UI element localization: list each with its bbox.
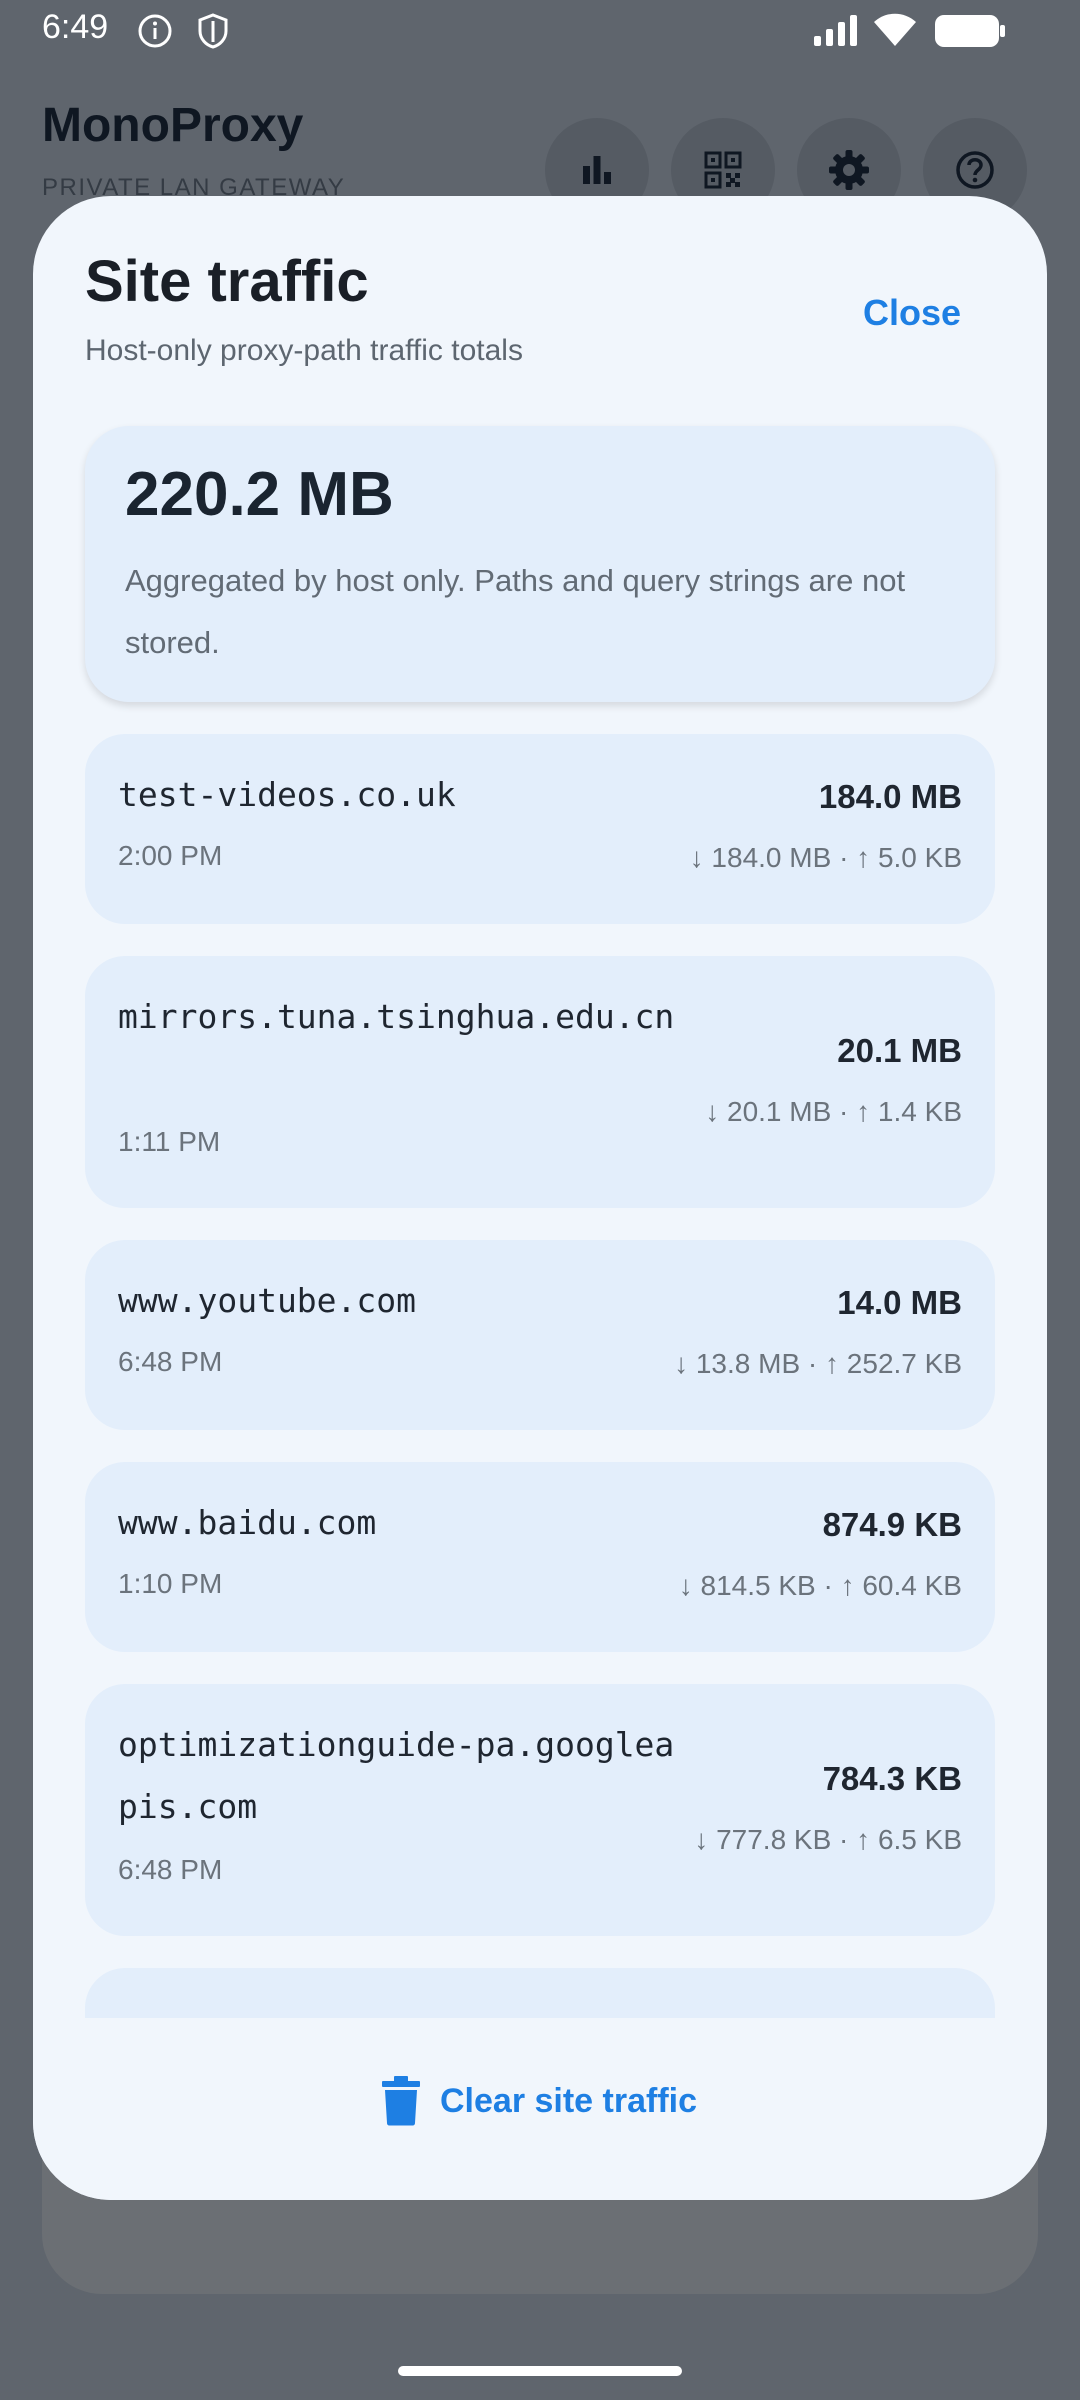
site-total: 14.0 MB <box>837 1284 962 1321</box>
list-item[interactable]: www.baidu.com 1:10 PM 874.9 KB ↓ 814.5 K… <box>85 1462 995 1652</box>
site-total: 784.3 KB <box>822 1760 962 1797</box>
site-time: 2:00 PM <box>118 840 223 871</box>
site-traffic-sheet: Site traffic Host-only proxy-path traffi… <box>33 196 1047 2200</box>
signal-icon <box>812 14 860 53</box>
gear-icon <box>829 150 869 190</box>
app-title: MonoProxy <box>42 99 304 152</box>
site-time: 1:11 PM <box>118 1126 221 1157</box>
site-list[interactable]: test-videos.co.uk 2:00 PM 184.0 MB ↓ 184… <box>85 734 995 2018</box>
bar-chart-icon <box>583 156 611 184</box>
list-item[interactable] <box>85 1968 995 2018</box>
site-total: 874.9 KB <box>822 1506 962 1543</box>
site-time: 6:48 PM <box>118 1346 223 1377</box>
site-total: 184.0 MB <box>818 778 962 815</box>
site-rates: ↓ 20.1 MB · ↑ 1.4 KB <box>705 1096 962 1127</box>
sheet-title: Site traffic <box>85 249 369 314</box>
clear-site-traffic-label: Clear site traffic <box>440 2081 697 2120</box>
total-traffic: 220.2 MB <box>125 460 394 529</box>
wifi-icon <box>872 12 918 53</box>
list-item[interactable]: mirrors.tuna.tsinghua.edu.cn 1:11 PM 20.… <box>85 956 995 1208</box>
sheet-footer: Clear site traffic <box>33 2018 1047 2200</box>
site-rates: ↓ 184.0 MB · ↑ 5.0 KB <box>689 842 962 873</box>
site-rates: ↓ 13.8 MB · ↑ 252.7 KB <box>674 1348 962 1379</box>
info-icon <box>136 12 174 55</box>
list-item[interactable]: www.youtube.com 6:48 PM 14.0 MB ↓ 13.8 M… <box>85 1240 995 1430</box>
site-host: test-videos.co.uk <box>118 775 456 814</box>
battery-icon <box>934 14 1006 53</box>
site-host: www.baidu.com <box>118 1503 377 1542</box>
site-time: 1:10 PM <box>118 1568 223 1599</box>
list-item[interactable]: optimizationguide-pa.googleapis.com 6:48… <box>85 1684 995 1936</box>
traffic-summary-card: 220.2 MB Aggregated by host only. Paths … <box>85 426 995 702</box>
close-button[interactable]: Close <box>863 292 961 334</box>
help-icon <box>956 151 994 189</box>
qr-code-icon <box>704 151 742 189</box>
status-time: 6:49 <box>42 8 109 46</box>
site-host: optimizationguide-pa.googleapis.com <box>118 1725 675 1826</box>
trash-icon <box>382 2076 420 2126</box>
status-bar: 6:49 <box>0 0 1080 62</box>
site-rates: ↓ 814.5 KB · ↑ 60.4 KB <box>678 1570 962 1601</box>
home-indicator[interactable] <box>398 2366 682 2376</box>
shield-icon <box>196 12 230 55</box>
site-time: 6:48 PM <box>118 1854 223 1885</box>
clear-site-traffic-button[interactable]: Clear site traffic <box>380 2076 697 2126</box>
site-total: 20.1 MB <box>837 1032 962 1069</box>
list-item[interactable]: test-videos.co.uk 2:00 PM 184.0 MB ↓ 184… <box>85 734 995 924</box>
site-host: mirrors.tuna.tsinghua.edu.cn <box>118 997 675 1036</box>
site-rates: ↓ 777.8 KB · ↑ 6.5 KB <box>694 1824 962 1855</box>
site-host: www.youtube.com <box>118 1281 417 1320</box>
sheet-subtitle: Host-only proxy-path traffic totals <box>85 334 523 367</box>
summary-note: Aggregated by host only. Paths and query… <box>125 563 906 660</box>
